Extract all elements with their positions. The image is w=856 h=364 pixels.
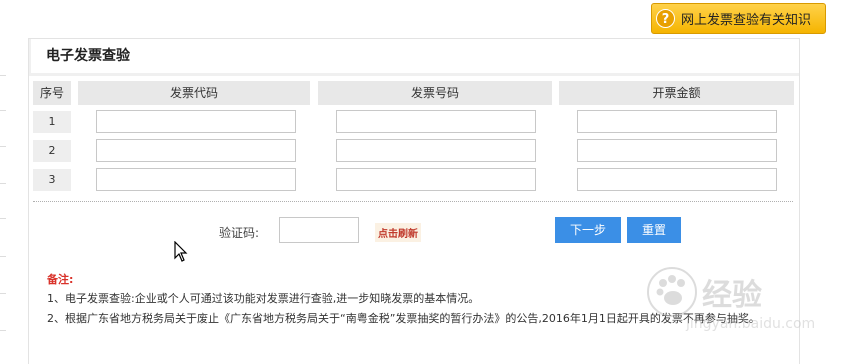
column-header-invoice-code: 发票代码 bbox=[78, 81, 310, 105]
help-knowledge-button[interactable]: ? 网上发票查验有关知识 bbox=[651, 3, 826, 34]
invoice-code-input[interactable] bbox=[96, 110, 296, 133]
column-header-index: 序号 bbox=[33, 81, 71, 105]
help-knowledge-label: 网上发票查验有关知识 bbox=[681, 13, 812, 28]
invoice-amount-input[interactable] bbox=[577, 139, 777, 162]
captcha-label: 验证码: bbox=[219, 226, 260, 240]
invoice-code-input[interactable] bbox=[96, 168, 296, 191]
watermark-url: jingyan.baidu.com bbox=[686, 316, 816, 332]
column-header-invoice-amount: 开票金额 bbox=[559, 81, 794, 105]
watermark-text: 经验 bbox=[702, 278, 762, 313]
captcha-input[interactable] bbox=[279, 217, 359, 243]
invoice-number-input[interactable] bbox=[336, 168, 536, 191]
paw-logo-icon bbox=[647, 267, 697, 317]
invoice-code-input[interactable] bbox=[96, 139, 296, 162]
dotted-divider bbox=[33, 201, 793, 202]
mouse-cursor-icon bbox=[174, 241, 188, 262]
reset-button[interactable]: 重置 bbox=[627, 217, 681, 243]
watermark: 经验 jingyan.baidu.com bbox=[646, 266, 815, 332]
invoice-number-input[interactable] bbox=[336, 110, 536, 133]
invoice-amount-input[interactable] bbox=[577, 110, 777, 133]
invoice-amount-input[interactable] bbox=[577, 168, 777, 191]
captcha-refresh-link[interactable]: 点击刷新 bbox=[375, 223, 421, 242]
notes-title: 备注: bbox=[47, 273, 74, 286]
row-index: 1 bbox=[33, 111, 71, 133]
left-sidebar-edge bbox=[0, 38, 6, 364]
next-step-button[interactable]: 下一步 bbox=[555, 217, 621, 243]
row-index: 2 bbox=[33, 140, 71, 162]
panel-title: 电子发票查验 bbox=[29, 39, 799, 76]
invoice-number-input[interactable] bbox=[336, 139, 536, 162]
column-header-invoice-number: 发票号码 bbox=[318, 81, 552, 105]
question-icon: ? bbox=[656, 9, 675, 28]
row-index: 3 bbox=[33, 169, 71, 191]
